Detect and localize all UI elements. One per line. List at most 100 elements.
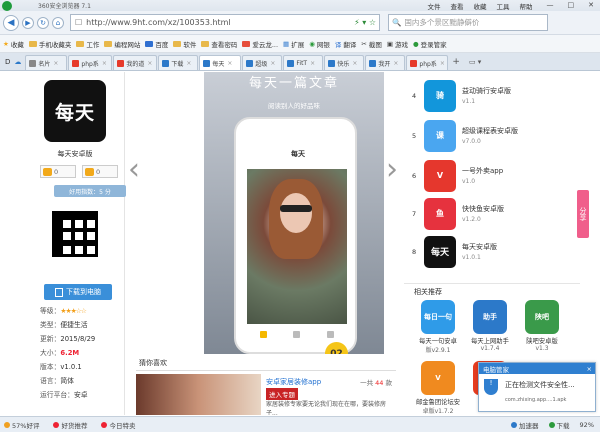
prev-screenshot-icon[interactable]: ‹ [128, 152, 140, 187]
url-text: http://www.9ht.com/xz/100353.html [86, 18, 231, 27]
popup-header: 电脑管家 × [479, 363, 595, 374]
tab-happy[interactable]: 快乐 × [324, 55, 365, 70]
phone-mockup: 每天 02 [234, 117, 357, 354]
page-icon: ☐ [75, 18, 83, 27]
share-button[interactable]: 分享 [577, 190, 589, 238]
bookmark-baidu[interactable]: 百度 [145, 39, 168, 49]
status-download[interactable]: 下载 [548, 420, 570, 430]
next-screenshot-icon[interactable]: › [386, 152, 398, 187]
menu-favorites[interactable]: 收藏 [474, 1, 487, 11]
new-tab-icon[interactable]: + [452, 57, 460, 67]
bookmarks-bar: ★ 收藏 手机收藏夹 工作 编程网站 百度 软件 查看密码 爱云龙... ▦ 扩展 … [0, 35, 600, 53]
popup-file: com.zhixing.app....1.apk [505, 397, 567, 403]
info-level: 等级：★★★☆☆ [40, 307, 87, 315]
status-zoom[interactable]: 92% [580, 421, 594, 429]
bike-icon: 骑 [424, 79, 456, 112]
bookmark-favorites[interactable]: ★ 收藏 [3, 39, 24, 49]
tab-mine[interactable]: 我的道 × [113, 55, 158, 70]
sidebar-toggle-icon[interactable]: D [5, 58, 10, 66]
url-input[interactable]: ☐ http://www.9ht.com/xz/100353.html ⚡ ▾ … [70, 14, 380, 31]
thumbs-up-icon [43, 167, 52, 176]
bookmark-mobile[interactable]: 手机收藏夹 [28, 39, 71, 49]
rating-badge: 好用指数：5 分 [54, 185, 126, 197]
minimize-icon[interactable]: — [547, 1, 554, 11]
takeout-icon: V [424, 159, 456, 192]
status-accelerator[interactable]: 加速器 [511, 420, 539, 430]
phone-tabbar [247, 328, 347, 340]
forward-icon[interactable]: ▶ [22, 16, 34, 29]
bookmark-games[interactable]: ▣ 游戏 [387, 39, 408, 49]
browser-logo-icon [2, 1, 12, 11]
tab-list-icon[interactable]: ▭ ▾ [469, 58, 481, 66]
status-rating[interactable]: 57%好评 [4, 420, 39, 430]
related-item[interactable]: 陕吧 陕吧安卓版 v1.3 [516, 300, 568, 360]
title-bar: 360安全浏览器 7.1 文件 查看 收藏 工具 帮助 — □ ✕ [0, 0, 600, 11]
guess-section: 猜你喜欢 安卓家居装修app 一共 44 款 进入专题 家居装修专家要无论我们现… [136, 358, 396, 415]
fish-icon: 鱼 [424, 197, 456, 230]
forum-icon: V [421, 361, 455, 395]
related-item[interactable]: V 邮金鲁团论坛安 卓版v1.7.2 [412, 361, 464, 415]
tab-php1[interactable]: php系 × [68, 55, 113, 70]
enter-topic-button[interactable]: 进入专题 [266, 388, 298, 400]
search-icon: 🔍 [392, 18, 402, 27]
bookmark-bank[interactable]: ◉ 网银 [309, 39, 330, 49]
guess-title-link[interactable]: 安卓家居装修app [266, 377, 321, 387]
speed-icon[interactable]: ⚡ ▾ ☆ [354, 18, 376, 27]
status-goods[interactable]: 好货推荐 [53, 420, 87, 430]
close-icon[interactable]: ✕ [588, 1, 594, 11]
bookmark-password[interactable]: 查看密码 [201, 39, 237, 49]
menu-view[interactable]: 查看 [451, 1, 464, 11]
download-pc-button[interactable]: 下载到电脑 [44, 284, 112, 300]
date-badge: 02 [325, 342, 348, 354]
menu-file[interactable]: 文件 [428, 1, 441, 11]
bookmark-login[interactable]: ● 登录管家 [413, 39, 447, 49]
popup-close-icon[interactable]: × [587, 365, 592, 373]
downvote-button[interactable]: 0 [82, 165, 118, 178]
tab-php2[interactable]: php系 × [406, 55, 449, 70]
info-version: 版本：v1.0.1 [40, 363, 82, 371]
tab-card[interactable]: 名片 × [25, 55, 68, 70]
bookmark-coding[interactable]: 编程网站 [104, 39, 140, 49]
tab-open[interactable]: 我开 × [365, 55, 406, 70]
status-bar: 57%好评 好货推荐 今日特卖 加速器 下载 92% [0, 416, 600, 432]
back-icon[interactable]: ◀ [3, 14, 19, 31]
bookmark-work[interactable]: 工作 [76, 39, 99, 49]
bookmark-aiyun[interactable]: 爱云龙... [242, 39, 278, 49]
tab-fitt[interactable]: FitT × [283, 55, 324, 70]
bookmark-extensions[interactable]: ▦ 扩展 [283, 39, 304, 49]
security-popup: 电脑管家 × ! 正在检测文件安全性... com.zhixing.app....… [478, 362, 596, 412]
home-icon[interactable]: ⌂ [52, 16, 64, 29]
shanba-icon: 陕吧 [525, 300, 559, 334]
refresh-icon[interactable]: ↻ [37, 16, 49, 29]
status-sale[interactable]: 今日特卖 [101, 420, 135, 430]
course-icon: 课 [424, 119, 456, 152]
list-item[interactable]: 6 V 一号外卖app v1.0 [412, 158, 577, 193]
list-item[interactable]: 5 课 超级课程表安卓版 v7.0.0 [412, 118, 577, 153]
tab-bar: D ☁ 名片 × php系 × 我的道 × 下载 × 每天 × 超级 × FitT × 快乐 ×… [0, 53, 600, 71]
app-info-list: 等级：★★★☆☆ 类型：便捷生活 更新：2015/8/29 大小：6.2M 版本… [40, 304, 130, 402]
thumbs-down-icon [85, 167, 94, 176]
related-item[interactable]: 每日一句 每天一句安卓 版v2.9.1 [412, 300, 464, 360]
daily-sentence-icon: 每日一句 [421, 300, 455, 334]
upvote-button[interactable]: 0 [40, 165, 76, 178]
menu-help[interactable]: 帮助 [520, 1, 533, 11]
list-item[interactable]: 8 每天 每天安卓版 v1.0.1 [412, 234, 577, 269]
bookmark-screenshot[interactable]: ✂ 截图 [361, 39, 381, 49]
phone-header: 每天 [291, 150, 305, 158]
related-item[interactable]: 助手 每天上网助手 v1.7.4 [464, 300, 516, 360]
search-input[interactable]: 🔍 国内多个景区黜静僻价 [388, 14, 548, 31]
maximize-icon[interactable]: □ [568, 1, 575, 11]
cloud-icon[interactable]: ☁ [14, 58, 21, 66]
menu-tools[interactable]: 工具 [497, 1, 510, 11]
guess-image[interactable] [136, 374, 261, 415]
tab-meitian[interactable]: 每天 × [199, 55, 242, 70]
bookmark-translate[interactable]: 译翻译 [335, 39, 357, 49]
info-size: 大小：6.2M [40, 349, 80, 357]
app-info-panel: 每天 每天安卓版 0 0 好用指数：5 分 下载到电脑 等级：★★★☆☆ 类型：… [20, 72, 126, 415]
tab-super[interactable]: 超级 × [242, 55, 283, 70]
bookmark-software[interactable]: 软件 [173, 39, 196, 49]
list-item[interactable]: 7 鱼 快快鱼安卓版 v1.2.0 [412, 196, 577, 231]
popup-message: 正在检测文件安全性... [505, 381, 575, 389]
list-item[interactable]: 4 骑 益动骑行安卓版 v1.1 [412, 78, 577, 113]
tab-download[interactable]: 下载 × [158, 55, 199, 70]
